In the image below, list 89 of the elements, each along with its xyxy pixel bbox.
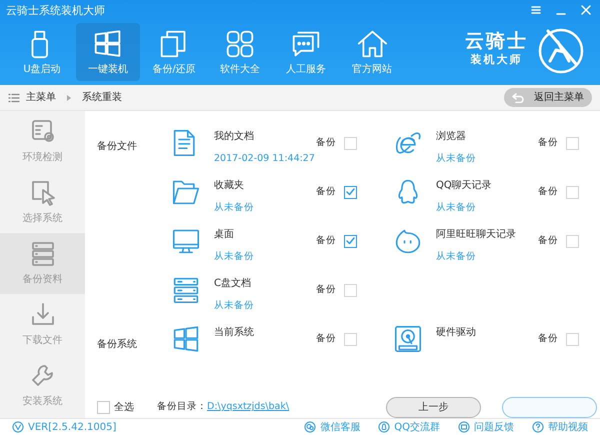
- section-label: 备份文件: [97, 140, 138, 154]
- checkbox-label: 备份: [316, 136, 336, 150]
- checkbox[interactable]: [566, 234, 579, 248]
- sidebar-item[interactable]: 备份资料: [0, 233, 85, 294]
- checkbox[interactable]: [566, 186, 579, 199]
- sidebar-item[interactable]: 下载文件: [0, 294, 85, 355]
- breadcrumb-item[interactable]: 系统重装: [82, 90, 122, 105]
- checkbox-label: 备份: [316, 234, 336, 248]
- check-icon: [346, 188, 355, 196]
- folder-icon: [172, 178, 200, 206]
- help-icon: [532, 421, 544, 433]
- pointer-icon: [30, 179, 56, 207]
- wechat-icon: [304, 421, 316, 433]
- checkbox[interactable]: [97, 401, 110, 414]
- nav-tab[interactable]: 官方网站: [340, 23, 404, 81]
- logo-text: 云骑士: [465, 30, 528, 52]
- logo-tagline: 装机大师: [470, 52, 522, 68]
- chat-icon: [291, 29, 321, 59]
- menu-icon: [530, 4, 542, 16]
- item-name: QQ聊天记录: [436, 179, 493, 193]
- close-icon: [580, 4, 592, 16]
- checkbox[interactable]: [566, 332, 579, 346]
- checkbox[interactable]: [566, 136, 579, 150]
- house-icon: [357, 29, 387, 59]
- checkbox[interactable]: [344, 234, 357, 248]
- backup-status: 从未备份: [436, 250, 477, 264]
- item-name: 桌面: [214, 228, 235, 242]
- checkbox-label: 备份: [538, 332, 558, 346]
- nav-tab[interactable]: 一键装机: [76, 23, 140, 81]
- nav-tab[interactable]: 备份/还原: [142, 23, 206, 81]
- breadcrumb-item[interactable]: 主菜单: [26, 90, 56, 105]
- checkbox-label: 全选: [114, 400, 134, 415]
- sidebar-item[interactable]: 安装系统: [0, 355, 85, 416]
- nav-tab[interactable]: 人工服务: [274, 23, 338, 81]
- monitor-icon: [172, 227, 200, 255]
- checkbox[interactable]: [344, 284, 357, 297]
- item-name: 我的文档: [214, 130, 255, 144]
- checkbox[interactable]: [344, 186, 357, 199]
- footer-link[interactable]: 问题反馈: [458, 420, 514, 434]
- checkbox[interactable]: [344, 332, 357, 346]
- checkbox-label: 备份: [538, 136, 558, 150]
- item-name: 阿里旺旺聊天记录: [436, 228, 517, 242]
- return-arrow-icon: [512, 92, 524, 102]
- knight-emblem-icon: [538, 28, 584, 74]
- checkbox[interactable]: [344, 136, 357, 150]
- backup-status: 从未备份: [214, 299, 255, 313]
- checkbox-label: 备份: [538, 234, 558, 248]
- item-name: 收藏夹: [214, 178, 245, 193]
- item-name: C盘文档: [214, 276, 252, 291]
- version-text: VER[2.5.42.1005]: [28, 420, 116, 434]
- minimize-icon: [556, 13, 566, 15]
- checkbox-label: 备份: [538, 185, 558, 199]
- footer-link[interactable]: 帮助视频: [532, 420, 588, 434]
- windows-icon: [172, 325, 200, 353]
- section-label: 备份系统: [97, 338, 138, 352]
- chat-bubble-icon: [394, 227, 422, 255]
- checkbox-label: 备份: [316, 332, 336, 346]
- list-icon: [8, 92, 20, 102]
- server-icon: [30, 240, 56, 268]
- footer-link[interactable]: 微信客服: [304, 420, 360, 434]
- backup-dir-label: 备份目录：: [157, 400, 207, 414]
- item-name: 浏览器: [436, 130, 467, 144]
- backup-status: 从未备份: [214, 201, 255, 215]
- window-title: 云骑士系统装机大师: [6, 3, 105, 19]
- item-name: 硬件驱动: [436, 326, 477, 340]
- item-name: 当前系统: [214, 326, 255, 340]
- next-button[interactable]: [502, 397, 597, 418]
- server-icon: [172, 276, 200, 304]
- backup-status: 2017-02-09 11:44:27: [214, 152, 316, 166]
- sidebar-item[interactable]: 环境检测: [0, 111, 85, 172]
- checkbox-label: 备份: [316, 283, 336, 297]
- nav-tab[interactable]: 软件大全: [208, 23, 272, 81]
- footer-link[interactable]: QQ交流群: [378, 420, 440, 434]
- backup-status: 从未备份: [436, 201, 477, 215]
- sidebar-item[interactable]: 选择系统: [0, 172, 85, 233]
- windows-icon: [93, 29, 123, 59]
- grid-icon: [225, 29, 255, 59]
- feedback-icon: [458, 421, 470, 433]
- breadcrumb-arrow-icon: [66, 94, 72, 102]
- check-icon: [346, 237, 355, 246]
- backup-dir-link[interactable]: D:\yqsxtzjds\bak\: [207, 400, 290, 415]
- backup-status: 从未备份: [214, 250, 255, 264]
- back-button[interactable]: 返回主菜单: [504, 88, 592, 107]
- backup-status: 从未备份: [436, 152, 477, 166]
- nav-tab[interactable]: U盘启动: [10, 23, 74, 81]
- checkbox-label: 备份: [316, 185, 336, 199]
- prev-button[interactable]: 上一步: [386, 397, 481, 418]
- version-icon: [12, 421, 24, 433]
- qq-icon: [378, 421, 390, 433]
